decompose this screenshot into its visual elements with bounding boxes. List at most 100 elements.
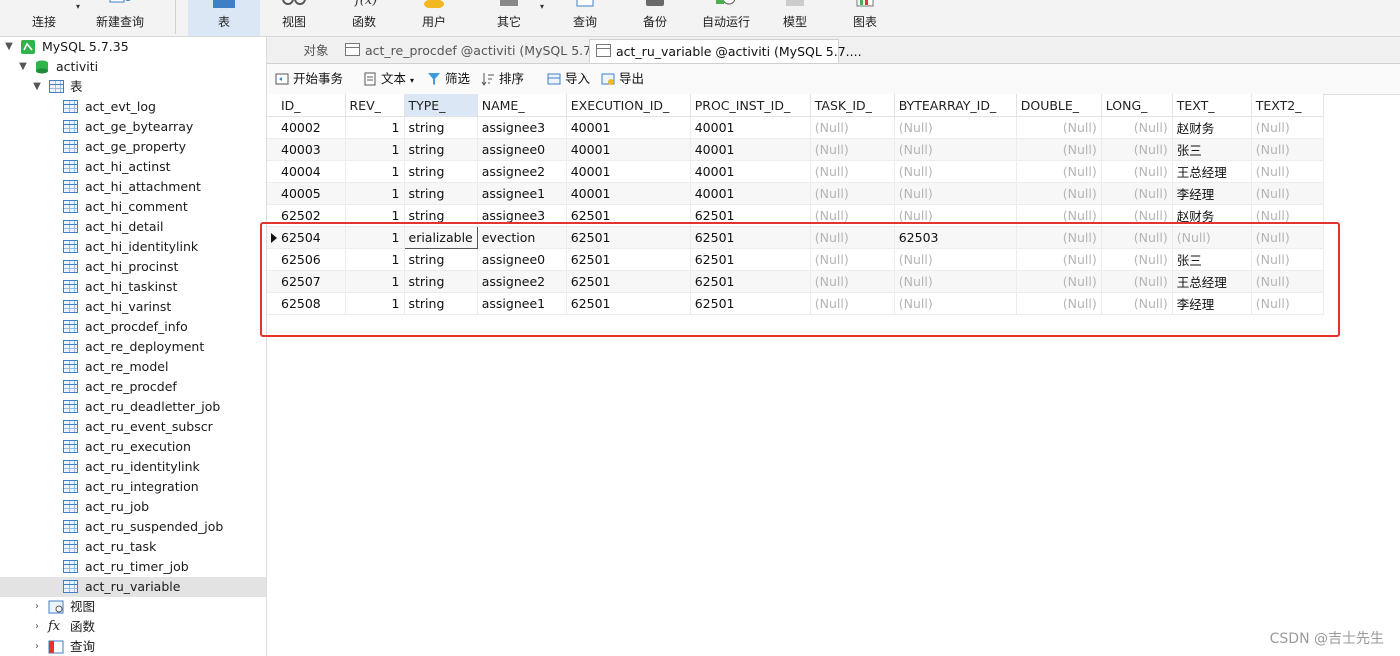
table-cell[interactable]: 62503 xyxy=(894,226,1017,249)
table-cell[interactable]: (Null) xyxy=(1016,204,1102,227)
tab-act-ru-variable[interactable]: act_ru_variable @activiti (MySQL 5.7.... xyxy=(589,39,862,63)
table-cell[interactable]: string xyxy=(404,138,478,161)
sidebar-item-table[interactable]: act_ru_job xyxy=(0,497,266,517)
import-button[interactable]: 导入 xyxy=(547,64,590,94)
sidebar-item-table[interactable]: act_hi_procinst xyxy=(0,257,266,277)
chevron-right-icon[interactable]: › xyxy=(32,637,42,656)
table-cell[interactable]: (Null) xyxy=(1101,270,1173,293)
sidebar-item-table[interactable]: act_ru_integration xyxy=(0,477,266,497)
table-row[interactable]: 62502 1 string assignee3 62501 62501 (Null) (Nu… xyxy=(267,204,1324,227)
table-cell[interactable]: (Null) xyxy=(810,292,895,315)
table-cell[interactable]: 62508 xyxy=(277,292,346,315)
table-cell[interactable]: (Null) xyxy=(810,248,895,271)
table-cell[interactable]: 王总经理 xyxy=(1172,160,1252,183)
table-cell[interactable]: (Null) xyxy=(1251,138,1324,161)
table-cell[interactable]: 1 xyxy=(345,160,405,183)
table-cell[interactable]: 40001 xyxy=(690,138,811,161)
sidebar-item-table[interactable]: act_hi_attachment xyxy=(0,177,266,197)
tree-queries-group[interactable]: › 查询 xyxy=(0,637,266,656)
table-cell[interactable]: (Null) xyxy=(894,138,1017,161)
table-cell[interactable]: string xyxy=(404,292,478,315)
table-row[interactable]: 40003 1 string assignee0 40001 40001 (Null) (Nu… xyxy=(267,138,1324,161)
chevron-down-icon[interactable]: ▼ xyxy=(18,57,28,77)
table-cell[interactable]: 62501 xyxy=(566,248,691,271)
sidebar-item-table[interactable]: act_ru_execution xyxy=(0,437,266,457)
connect-dropdown-icon[interactable]: ▾ xyxy=(76,2,80,11)
column-header[interactable]: ID_ xyxy=(277,94,346,117)
sidebar-item-table[interactable]: act_ru_timer_job xyxy=(0,557,266,577)
tree-connection[interactable]: ▼ MySQL 5.7.35 xyxy=(0,37,266,57)
table-cell[interactable]: evection xyxy=(477,226,567,249)
table-cell[interactable]: (Null) xyxy=(1251,292,1324,315)
table-row[interactable]: 40002 1 string assignee3 40001 40001 (Null) (Nu… xyxy=(267,116,1324,139)
table-cell[interactable]: (Null) xyxy=(810,226,895,249)
table-cell[interactable]: assignee3 xyxy=(477,204,567,227)
table-cell[interactable]: 62501 xyxy=(566,292,691,315)
connect-button[interactable]: 连接 xyxy=(16,0,72,36)
table-cell[interactable]: 40001 xyxy=(566,182,691,205)
table-cell[interactable]: (Null) xyxy=(1101,204,1173,227)
sidebar-item-table[interactable]: act_re_model xyxy=(0,357,266,377)
table-cell[interactable]: (Null) xyxy=(1016,292,1102,315)
table-cell[interactable]: assignee3 xyxy=(477,116,567,139)
chevron-down-icon[interactable]: ▼ xyxy=(32,77,42,97)
column-header[interactable]: EXECUTION_ID_ xyxy=(566,94,691,117)
table-cell[interactable]: (Null) xyxy=(894,182,1017,205)
tab-act-re-procdef[interactable]: act_re_procdef @activiti (MySQL 5.7.... xyxy=(339,39,607,63)
table-cell[interactable]: 62506 xyxy=(277,248,346,271)
table-cell[interactable]: 1 xyxy=(345,182,405,205)
table-cell[interactable]: 1 xyxy=(345,270,405,293)
tree-functions-group[interactable]: › fx 函数 xyxy=(0,617,266,637)
sidebar-item-table[interactable]: act_ru_task xyxy=(0,537,266,557)
table-cell[interactable]: 40003 xyxy=(277,138,346,161)
function-button[interactable]: f(x) 函数 xyxy=(338,0,390,36)
tree-tables-group[interactable]: ▼ 表 xyxy=(0,77,266,97)
table-cell[interactable]: assignee1 xyxy=(477,292,567,315)
column-header[interactable]: PROC_INST_ID_ xyxy=(690,94,811,117)
table-cell[interactable]: string xyxy=(404,116,478,139)
table-cell[interactable]: (Null) xyxy=(1016,270,1102,293)
table-cell[interactable]: (Null) xyxy=(1101,160,1173,183)
table-cell[interactable]: string xyxy=(404,204,478,227)
table-cell[interactable]: (Null) xyxy=(1251,248,1324,271)
table-cell[interactable]: (Null) xyxy=(1172,226,1252,249)
sidebar-item-table[interactable]: act_re_deployment xyxy=(0,337,266,357)
chevron-right-icon[interactable]: › xyxy=(32,597,42,617)
table-cell[interactable]: 62504 xyxy=(277,226,346,249)
table-cell[interactable]: (Null) xyxy=(894,160,1017,183)
table-cell[interactable]: 张三 xyxy=(1172,138,1252,161)
table-cell[interactable]: (Null) xyxy=(1251,116,1324,139)
table-cell[interactable]: 40005 xyxy=(277,182,346,205)
table-cell[interactable]: (Null) xyxy=(810,182,895,205)
table-row[interactable]: 62506 1 string assignee0 62501 62501 (Null) (Nu… xyxy=(267,248,1324,271)
sidebar-item-table[interactable]: act_hi_taskinst xyxy=(0,277,266,297)
table-cell[interactable]: 40001 xyxy=(690,116,811,139)
backup-button[interactable]: 备份 xyxy=(628,0,682,36)
table-cell[interactable]: (Null) xyxy=(894,204,1017,227)
table-cell[interactable]: string xyxy=(404,182,478,205)
table-cell[interactable]: (Null) xyxy=(1101,138,1173,161)
column-header[interactable]: TEXT2_ xyxy=(1251,94,1324,117)
table-cell[interactable]: assignee1 xyxy=(477,182,567,205)
table-cell[interactable]: (Null) xyxy=(894,248,1017,271)
table-row[interactable]: 40004 1 string assignee2 40001 40001 (Null) (Nu… xyxy=(267,160,1324,183)
table-cell[interactable]: 40002 xyxy=(277,116,346,139)
table-row[interactable]: 40005 1 string assignee1 40001 40001 (Null) (Nu… xyxy=(267,182,1324,205)
table-cell[interactable]: (Null) xyxy=(810,270,895,293)
model-button[interactable]: 模型 xyxy=(768,0,822,36)
table-cell[interactable]: (Null) xyxy=(1016,138,1102,161)
column-header[interactable]: TEXT_ xyxy=(1172,94,1252,117)
sidebar-item-table[interactable]: act_hi_actinst xyxy=(0,157,266,177)
table-cell[interactable]: 62501 xyxy=(690,270,811,293)
column-header[interactable]: LONG_ xyxy=(1101,94,1173,117)
query-button[interactable]: 查询 xyxy=(558,0,612,36)
table-cell[interactable]: 赵财务 xyxy=(1172,116,1252,139)
column-header[interactable]: DOUBLE_ xyxy=(1016,94,1102,117)
table-cell[interactable]: (Null) xyxy=(1016,226,1102,249)
table-cell[interactable]: 40001 xyxy=(690,160,811,183)
table-cell[interactable]: (Null) xyxy=(1251,160,1324,183)
table-cell[interactable]: (Null) xyxy=(894,116,1017,139)
table-cell[interactable]: (Null) xyxy=(1101,292,1173,315)
table-row[interactable]: 62507 1 string assignee2 62501 62501 (Null) (Nu… xyxy=(267,270,1324,293)
table-cell[interactable]: 62501 xyxy=(690,292,811,315)
